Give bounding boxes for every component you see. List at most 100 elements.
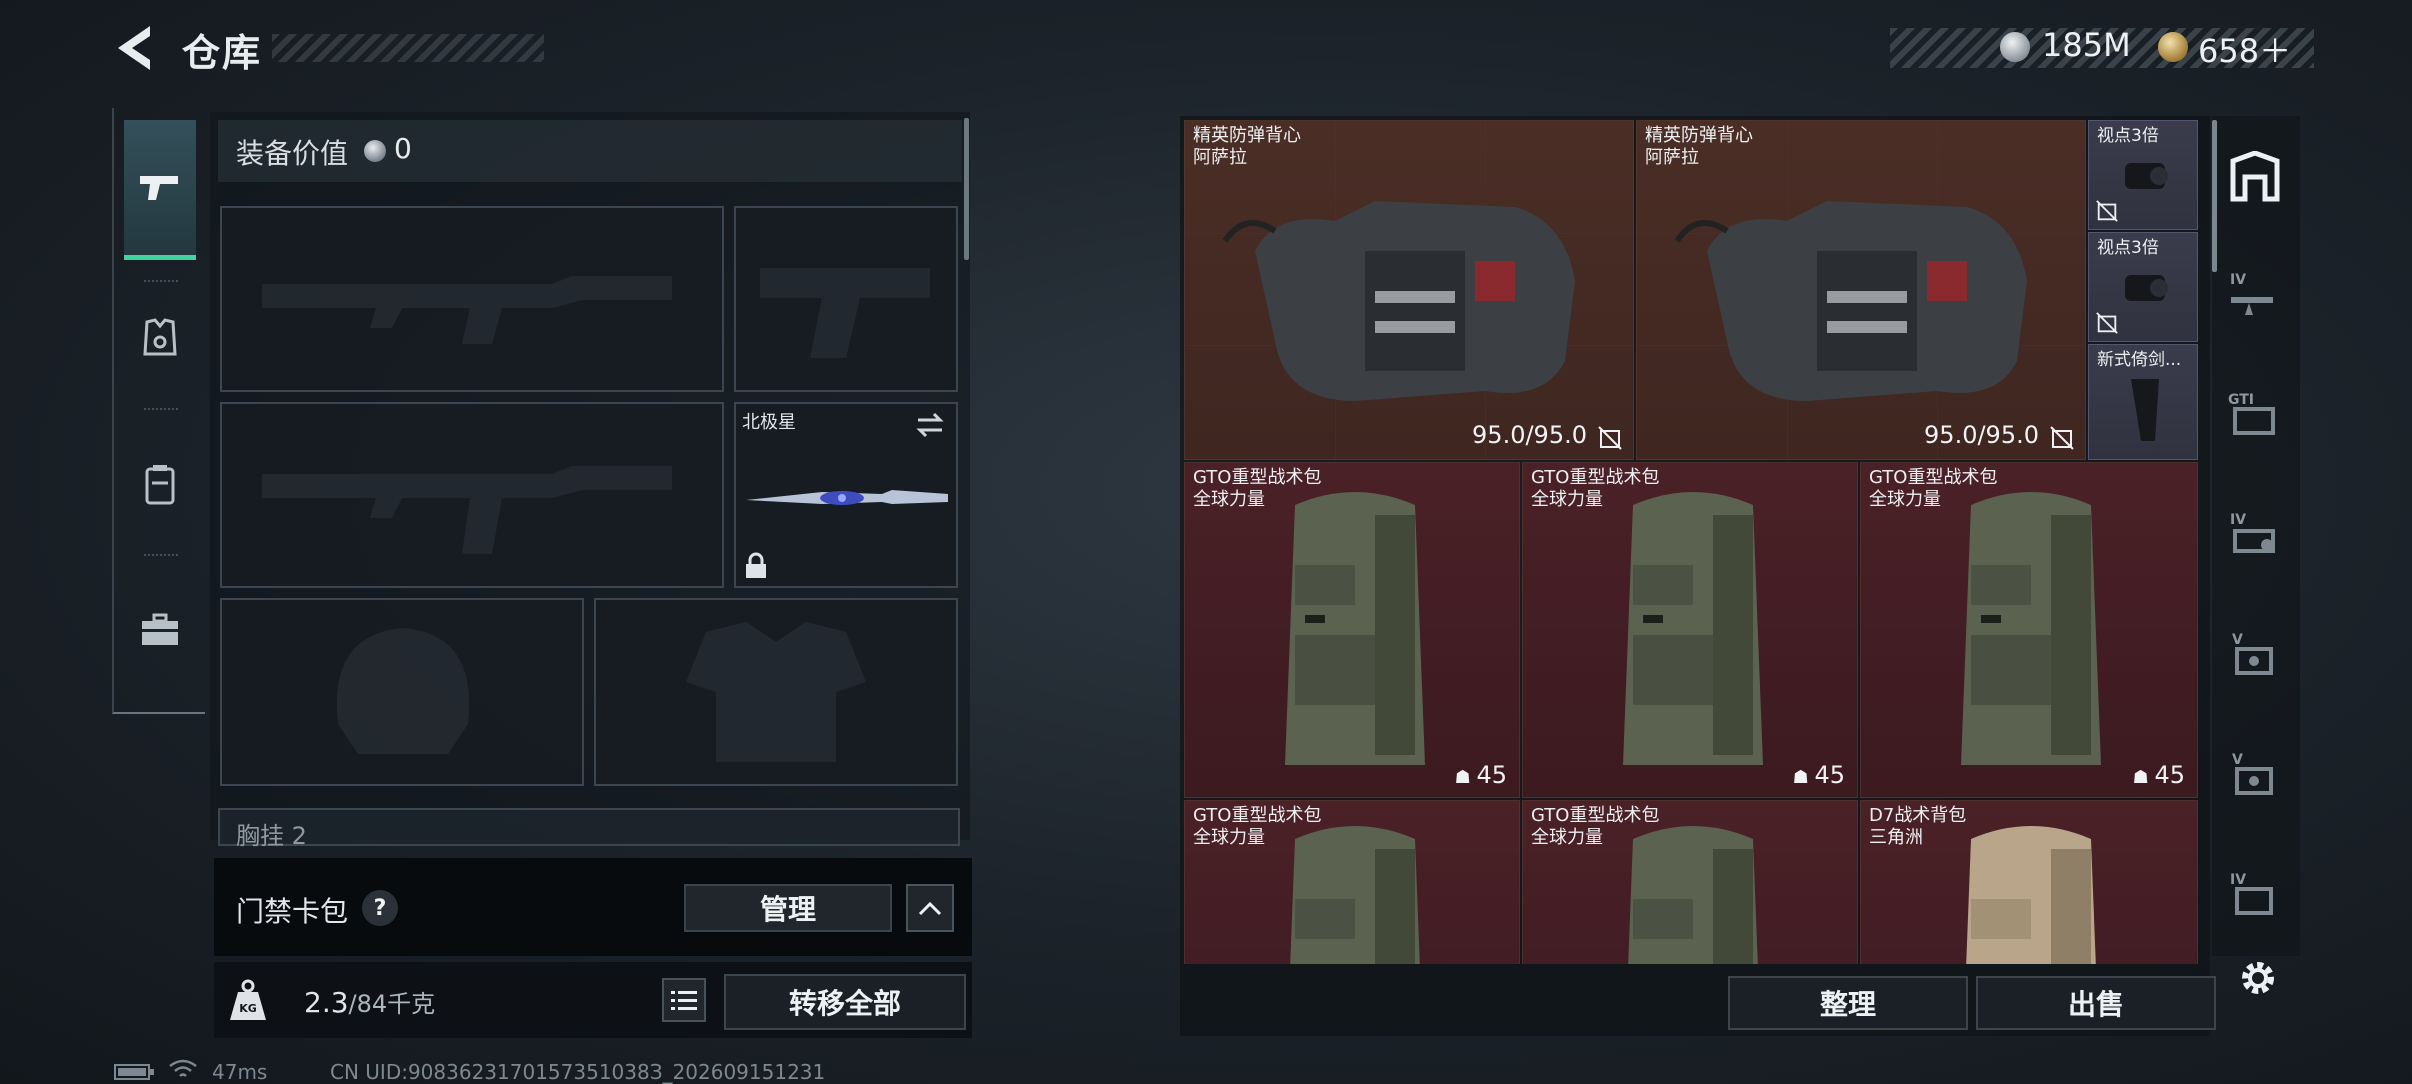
armor-slot[interactable]: [594, 598, 958, 786]
item-quantity: ☗ 45: [2132, 761, 2185, 789]
gold-coin-icon: [2158, 32, 2188, 62]
item-scope-1[interactable]: 视点3倍: [2088, 120, 2198, 230]
tab-level-label: V: [2232, 632, 2243, 648]
settings-gear-icon[interactable]: [2236, 956, 2280, 1000]
silver-currency-amount: 185M: [2042, 26, 2131, 64]
item-backpack-1[interactable]: GTO重型战术包 全球力量 ☗ 45: [1184, 462, 1520, 798]
item-name: 视点3倍: [2097, 238, 2159, 258]
scope-icon: [2125, 163, 2168, 189]
pistol-icon: [140, 175, 178, 200]
gold-currency-amount[interactable]: 658＋: [2198, 26, 2291, 72]
chest-rig-label: 胸挂 2: [236, 822, 307, 850]
item-backpack-2[interactable]: GTO重型战术包 全球力量 ☗ 45: [1522, 462, 1858, 798]
body-armor-vest-icon: [1674, 201, 2027, 401]
tab-level-label: V: [2232, 752, 2243, 768]
swap-icon[interactable]: [914, 412, 946, 438]
item-vest-1[interactable]: 精英防弹背心 阿萨拉 95.0/95.0: [1184, 120, 1634, 460]
vest-silhouette-icon: [686, 622, 866, 762]
item-durability: 95.0/95.0: [1924, 421, 2039, 449]
item-durability: 95.0/95.0: [1472, 421, 1587, 449]
lock-icon: [746, 552, 766, 578]
transfer-all-button[interactable]: 转移全部: [724, 974, 966, 1030]
item-grip[interactable]: 新式倚剑...: [2088, 344, 2198, 460]
no-repair-icon: [2050, 426, 2074, 450]
item-backpack-5[interactable]: GTO重型战术包 全球力量: [1522, 800, 1858, 964]
tab-level-label: GTI: [2228, 392, 2255, 408]
knife-icon: [746, 490, 948, 505]
page-title: 仓库: [182, 31, 263, 75]
no-repair-icon: [2096, 312, 2118, 334]
item-name: 新式倚剑...: [2097, 350, 2182, 370]
chest-rig-section[interactable]: [218, 808, 960, 846]
item-vest-2[interactable]: 精英防弹背心 阿萨拉 95.0/95.0: [1636, 120, 2086, 460]
item-name: 精英防弹背心 阿萨拉: [1645, 125, 1753, 168]
tab-level-label: IV: [2230, 872, 2247, 888]
tactical-backpack-icon: [1628, 826, 1758, 964]
briefcase-icon: [142, 613, 178, 645]
item-name: 视点3倍: [2097, 126, 2159, 146]
battery-icon: [114, 1064, 154, 1080]
storage-scrollbar[interactable]: [2212, 120, 2217, 272]
tab-storage-1[interactable]: IV: [2222, 264, 2288, 330]
list-view-button[interactable]: [662, 978, 706, 1022]
body-armor-vest-icon: [1222, 201, 1575, 401]
tactical-backpack-icon: [1961, 492, 2101, 765]
helmet-silhouette-icon: [336, 628, 470, 754]
primary-weapon-slot-2[interactable]: [220, 402, 724, 588]
title-decoration: [272, 34, 544, 62]
tab-armor[interactable]: [124, 268, 196, 408]
tab-storage-2[interactable]: GTI: [2222, 384, 2288, 450]
item-scope-2[interactable]: 视点3倍: [2088, 232, 2198, 342]
tab-weapons[interactable]: [124, 120, 196, 260]
chevron-up-icon: [918, 901, 942, 916]
pistol-slot[interactable]: [734, 206, 958, 392]
svg-text:KG: KG: [239, 1002, 257, 1015]
tab-level-label: IV: [2230, 512, 2247, 528]
back-button[interactable]: [112, 22, 158, 74]
tactical-backpack-icon: [1623, 492, 1763, 765]
tab-storage-4[interactable]: V: [2222, 624, 2288, 690]
wifi-icon: [169, 1059, 197, 1077]
tactical-backpack-icon: [1285, 492, 1425, 765]
grip-icon: [2131, 379, 2159, 441]
helmet-slot[interactable]: [220, 598, 584, 786]
no-repair-icon: [2096, 200, 2118, 222]
no-repair-icon: [1598, 426, 1622, 450]
backpack-icon: [145, 465, 175, 505]
primary-weapon-slot-1[interactable]: [220, 206, 724, 392]
equipment-tab-rail: [112, 108, 205, 714]
uid-readout: CN UID:9083623170157351038З_202609151231: [330, 1060, 826, 1084]
item-backpack-6[interactable]: D7战术背包 三角洲: [1860, 800, 2198, 964]
warehouse-icon: [2230, 151, 2280, 202]
tab-backpack[interactable]: [124, 414, 196, 554]
rifle-silhouette-icon: [262, 276, 672, 344]
item-quantity: ☗ 45: [1454, 761, 1507, 789]
weight-readout: 2.3/84千克: [304, 986, 436, 1019]
item-name: 精英防弹背心 阿萨拉: [1193, 125, 1301, 168]
tab-storage-6[interactable]: IV: [2222, 864, 2288, 930]
item-backpack-4[interactable]: GTO重型战术包 全球力量: [1184, 800, 1520, 964]
equipment-value: 0: [394, 132, 412, 165]
equipment-value-label: 装备价值: [236, 137, 349, 170]
silver-coin-icon: [2000, 32, 2030, 62]
manage-button[interactable]: 管理: [684, 884, 892, 932]
help-icon[interactable]: ?: [362, 890, 398, 926]
tab-storage-5[interactable]: V: [2222, 744, 2288, 810]
storage-grid: 精英防弹背心 阿萨拉 95.0/95.0 精英防弹背心 阿萨拉 95.0/95.…: [1180, 116, 2210, 964]
armor-icon: [143, 318, 177, 356]
weight-icon: KG: [230, 979, 266, 1020]
sell-button[interactable]: 出售: [1976, 976, 2216, 1030]
equipment-scrollbar[interactable]: [964, 118, 969, 260]
tab-case[interactable]: [124, 560, 196, 700]
d7-backpack-icon: [1966, 826, 2096, 964]
tab-all-storage[interactable]: [2222, 144, 2288, 210]
item-backpack-3[interactable]: GTO重型战术包 全球力量 ☗ 45: [1860, 462, 2198, 798]
sort-button[interactable]: 整理: [1728, 976, 1968, 1030]
pistol-silhouette-icon: [760, 268, 930, 358]
ping-readout: 47ms: [212, 1060, 268, 1084]
tab-storage-3[interactable]: IV: [2222, 504, 2288, 570]
knife-name: 北极星: [742, 412, 796, 433]
collapse-button[interactable]: [906, 884, 954, 932]
back-arrow-icon: [118, 26, 150, 70]
list-icon: [671, 991, 697, 1010]
